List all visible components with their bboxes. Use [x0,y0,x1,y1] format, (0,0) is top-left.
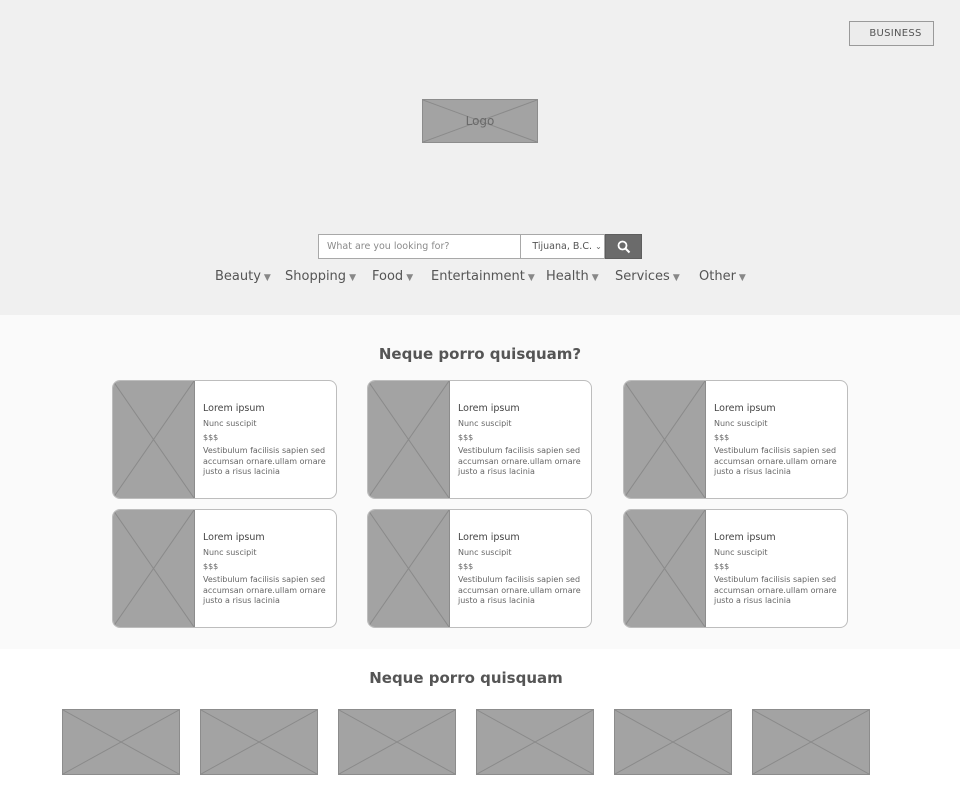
card-price: $$$ [203,562,219,571]
dropdown-arrow-icon: ▼ [263,273,271,283]
card-title: Lorem ipsum [458,403,520,414]
category-label: Food [372,269,404,284]
featured-title: Neque porro quisquam? [378,345,582,363]
strip-image-placeholder[interactable] [338,709,456,775]
card-image-placeholder [113,381,195,498]
category-label: Other [699,269,736,284]
card-price: $$$ [714,562,730,571]
logo-placeholder[interactable]: Logo [422,99,538,143]
placeholder-cross-icon [63,710,179,774]
strip-image-placeholder[interactable] [200,709,318,775]
card-text: Lorem ipsum Nunc suscipit $$$ Vestibulum… [458,403,586,478]
placeholder-cross-icon [339,710,455,774]
placeholder-cross-icon [113,381,194,498]
dropdown-arrow-icon: ▼ [349,273,356,283]
strip-image-placeholder[interactable] [752,709,870,775]
category-label: Beauty [215,269,261,284]
logo-label: Logo [465,114,495,128]
strip-image-placeholder[interactable] [614,709,732,775]
dropdown-arrow-icon: ▼ [672,273,680,283]
card-title: Lorem ipsum [458,532,520,543]
placeholder-cross-icon [201,710,317,774]
card-title: Lorem ipsum [714,532,776,543]
placeholder-cross-icon [368,510,449,627]
card-description: Vestibulum facilisis sapien sed accumsan… [203,446,326,476]
card-text: Lorem ipsum Nunc suscipit $$$ Vestibulum… [458,532,586,607]
dropdown-arrow-icon: ▼ [591,273,599,283]
strip-title: Neque porro quisquam [369,669,563,687]
category-food[interactable]: Food ▼ [372,269,413,284]
location-dropdown[interactable]: Tijuana, B.C. ⌄ [521,234,606,259]
category-label: Services [615,269,670,284]
placeholder-cross-icon [368,381,449,498]
card-image-placeholder [624,381,706,498]
category-label: Health [546,269,589,284]
card-description: Vestibulum facilisis sapien sed accumsan… [714,575,837,605]
business-card[interactable]: Lorem ipsum Nunc suscipit $$$ Vestibulum… [367,380,592,499]
card-title: Lorem ipsum [203,532,265,543]
placeholder-cross-icon [753,710,869,774]
card-image-placeholder [113,510,195,627]
business-card[interactable]: Lorem ipsum Nunc suscipit $$$ Vestibulum… [623,380,848,499]
search-button[interactable] [605,234,643,259]
card-description: Vestibulum facilisis sapien sed accumsan… [203,575,326,605]
card-title: Lorem ipsum [714,403,776,414]
hero-section: BUSINESS Logo Tijuana, B.C. ⌄ Beauty▼ Sh… [0,0,960,315]
category-label: Entertainment [431,269,525,284]
card-subtitle: Nunc suscipit [714,548,768,557]
card-price: $$$ [203,433,219,442]
location-value: Tijuana, B.C. [532,241,593,252]
card-price: $$$ [458,433,474,442]
search-input[interactable] [318,234,522,259]
placeholder-cross-icon [624,510,705,627]
card-subtitle: Nunc suscipit [203,419,257,428]
card-image-placeholder [624,510,706,627]
search-bar: Tijuana, B.C. ⌄ [318,234,643,259]
card-description: Vestibulum facilisis sapien sed accumsan… [714,446,837,476]
card-subtitle: Nunc suscipit [458,548,512,557]
category-beauty[interactable]: Beauty ▼ [215,269,271,284]
card-price: $$$ [714,433,730,442]
placeholder-cross-icon [113,510,194,627]
card-text: Lorem ipsum Nunc suscipit $$$ Vestibulum… [714,403,842,478]
search-icon [617,240,630,253]
card-text: Lorem ipsum Nunc suscipit $$$ Vestibulum… [203,532,331,607]
placeholder-cross-icon [624,381,705,498]
placeholder-cross-icon [477,710,593,774]
category-other[interactable]: Other ▼ [699,269,746,284]
dropdown-arrow-icon: ▼ [738,273,746,283]
strip-image-placeholder[interactable] [62,709,180,775]
chevron-down-icon: ⌄ [595,242,602,251]
business-card[interactable]: Lorem ipsum Nunc suscipit $$$ Vestibulum… [112,380,337,499]
card-subtitle: Nunc suscipit [714,419,768,428]
category-health[interactable]: Health ▼ [546,269,599,284]
card-subtitle: Nunc suscipit [458,419,512,428]
card-text: Lorem ipsum Nunc suscipit $$$ Vestibulum… [714,532,842,607]
card-text: Lorem ipsum Nunc suscipit $$$ Vestibulum… [203,403,331,478]
card-price: $$$ [458,562,474,571]
business-card[interactable]: Lorem ipsum Nunc suscipit $$$ Vestibulum… [367,509,592,628]
business-card[interactable]: Lorem ipsum Nunc suscipit $$$ Vestibulum… [112,509,337,628]
card-image-placeholder [368,381,450,498]
card-subtitle: Nunc suscipit [203,548,257,557]
category-entertainment[interactable]: Entertainment ▼ [431,269,535,284]
placeholder-cross-icon [615,710,731,774]
dropdown-arrow-icon: ▼ [406,273,414,283]
category-shopping[interactable]: Shopping ▼ [285,269,356,284]
strip-image-placeholder[interactable] [476,709,594,775]
business-card[interactable]: Lorem ipsum Nunc suscipit $$$ Vestibulum… [623,509,848,628]
dropdown-arrow-icon: ▼ [527,273,535,283]
category-services[interactable]: Services ▼ [615,269,680,284]
card-description: Vestibulum facilisis sapien sed accumsan… [458,446,581,476]
business-button[interactable]: BUSINESS [849,21,934,46]
category-label: Shopping [285,269,347,284]
card-image-placeholder [368,510,450,627]
card-description: Vestibulum facilisis sapien sed accumsan… [458,575,581,605]
card-title: Lorem ipsum [203,403,265,414]
